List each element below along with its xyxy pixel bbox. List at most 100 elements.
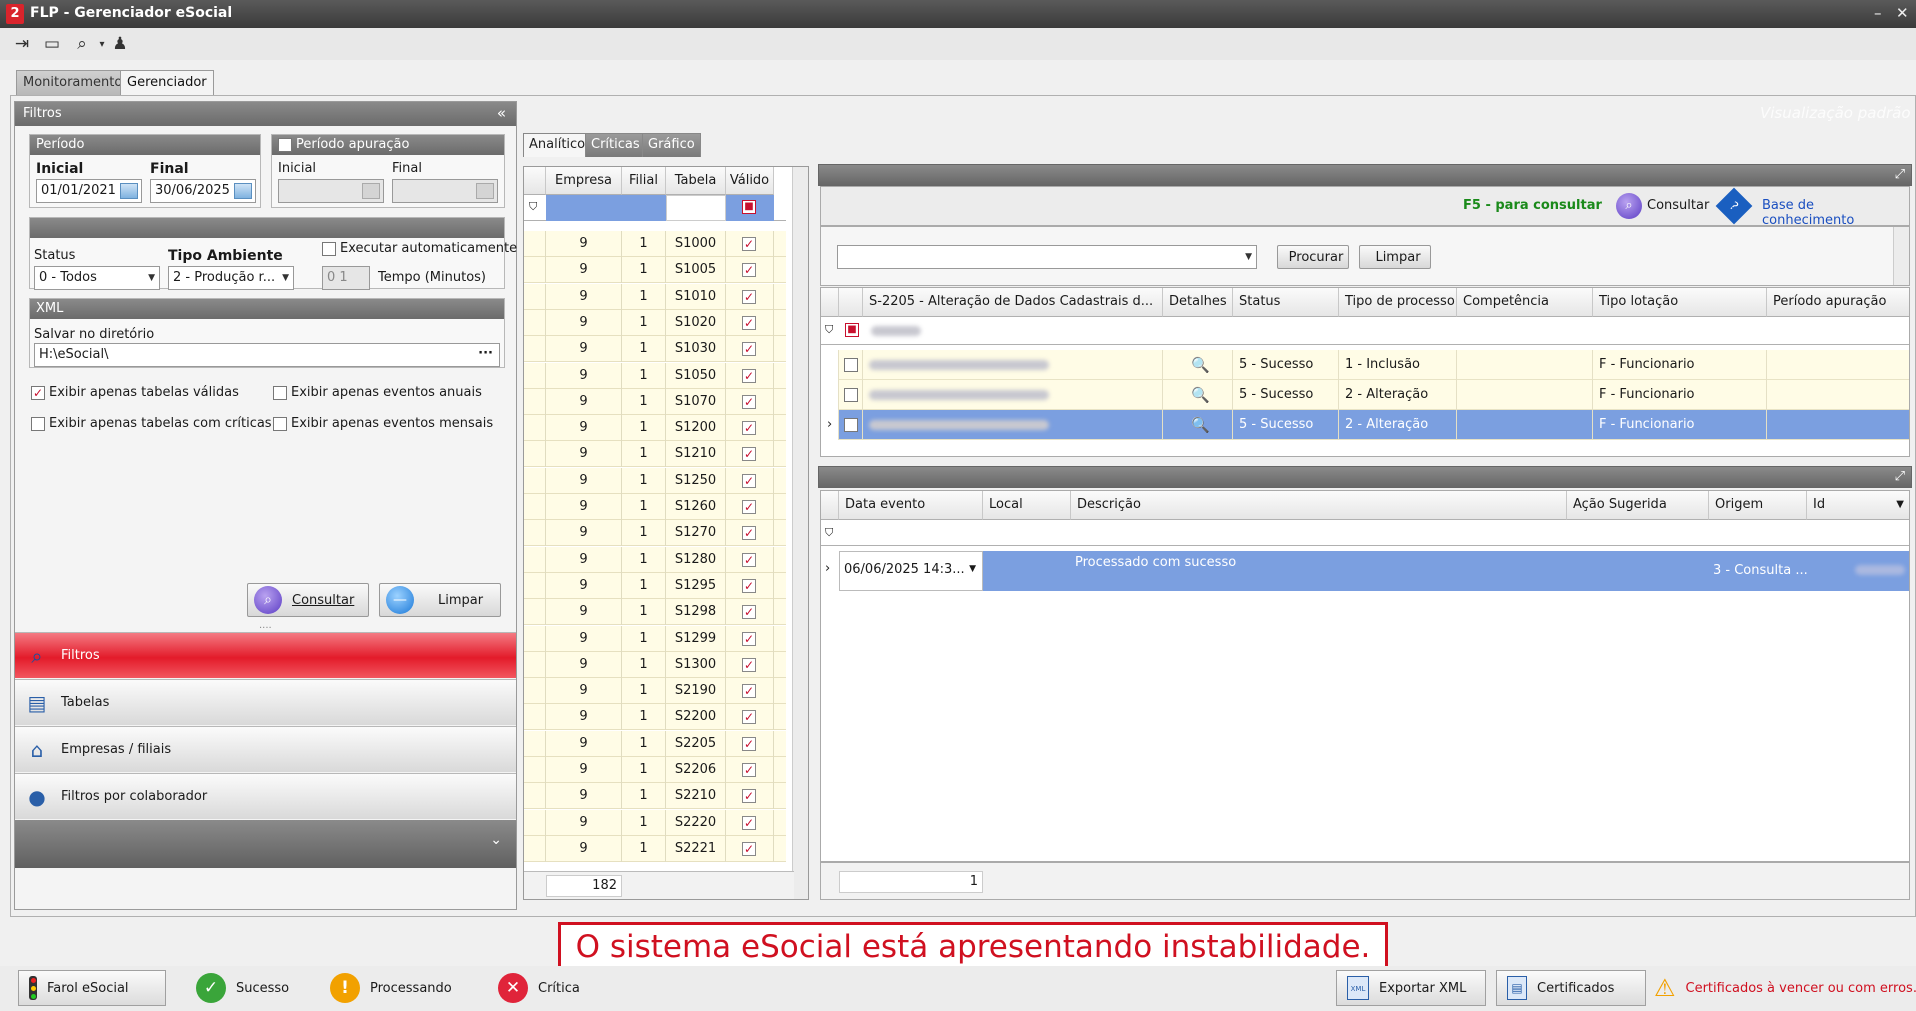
col-evento[interactable]: S-2205 - Alteração de Dados Cadastrais d…	[863, 288, 1163, 317]
valido-checkbox[interactable]: ✓	[742, 710, 756, 725]
option-eventos-mensais-checkbox[interactable]	[273, 417, 287, 431]
table-row[interactable]: 9 1 S1298 ✓	[524, 599, 786, 626]
limpar-button[interactable]: — Limpar	[379, 583, 501, 617]
expand-icon[interactable]: ⤢	[1895, 469, 1905, 484]
col-tabela[interactable]: Tabela	[666, 167, 726, 195]
minimize-button[interactable]: –	[1874, 4, 1882, 22]
table-row[interactable]: 9 1 S1295 ✓	[524, 572, 786, 599]
search-select[interactable]: ▼	[837, 245, 1257, 269]
nav-empresas[interactable]: ⌂ Empresas / filiais	[15, 726, 516, 772]
col-filial[interactable]: Filial	[622, 167, 666, 195]
valido-checkbox[interactable]: ✓	[742, 605, 756, 620]
directory-field[interactable]: H:\eSocial\ ···	[34, 343, 500, 367]
col-origem[interactable]: Origem	[1709, 491, 1807, 520]
user-icon[interactable]: ♟	[108, 32, 132, 56]
col-descricao[interactable]: Descrição	[1071, 491, 1567, 520]
col-empresa[interactable]: Empresa	[546, 167, 622, 195]
exportar-xml-button[interactable]: XML Exportar XML	[1336, 970, 1486, 1006]
details-icon[interactable]: 🔍	[1191, 356, 1210, 374]
valido-checkbox[interactable]: ✓	[742, 289, 756, 304]
certificados-button[interactable]: ▤ Certificados	[1496, 970, 1646, 1006]
col-detalhes[interactable]: Detalhes	[1163, 288, 1233, 317]
table-row[interactable]: 9 1 S1299 ✓	[524, 625, 786, 652]
table-row[interactable]: 9 1 S2200 ✓	[524, 704, 786, 731]
row-checkbox[interactable]	[844, 418, 858, 432]
filter-checkbox-icon[interactable]: ■	[845, 323, 859, 337]
option-eventos-anuais-checkbox[interactable]	[273, 386, 287, 400]
valido-checkbox[interactable]: ✓	[742, 315, 756, 330]
status-select[interactable]: 0 - Todos ▼	[34, 266, 160, 290]
vertical-scrollbar[interactable]	[792, 167, 808, 899]
valido-checkbox[interactable]: ✓	[742, 789, 756, 804]
valido-checkbox[interactable]: ✓	[742, 841, 756, 856]
book-icon[interactable]: ?	[1715, 187, 1753, 225]
valido-checkbox[interactable]: ✓	[742, 394, 756, 409]
col-status[interactable]: Status	[1233, 288, 1339, 317]
details-icon[interactable]: 🔍	[1191, 416, 1210, 434]
table-row[interactable]: 9 1 S2220 ✓	[524, 809, 786, 836]
tab-criticas[interactable]: Críticas	[585, 133, 646, 157]
valido-checkbox[interactable]: ✓	[742, 631, 756, 646]
table-row[interactable]: 9 1 S2221 ✓	[524, 835, 786, 862]
table-row[interactable]: 9 1 S1270 ✓	[524, 520, 786, 547]
table-row[interactable]: 9 1 S2205 ✓	[524, 730, 786, 757]
tab-monitoramento[interactable]: Monitoramento	[16, 70, 130, 95]
nav-filtros[interactable]: ⌕ Filtros	[15, 632, 516, 678]
filter-dropdown-icon[interactable]: ▼	[1896, 491, 1904, 519]
inicial-date-field[interactable]: 01/01/2021	[36, 179, 142, 203]
valido-checkbox[interactable]: ✓	[742, 815, 756, 830]
row-checkbox[interactable]	[844, 388, 858, 402]
detail-data-cell[interactable]: 06/06/2025 14:3... ▼	[839, 551, 983, 591]
nav-filtros-colaborador[interactable]: ● Filtros por colaborador	[15, 773, 516, 819]
close-button[interactable]: ✕	[1896, 4, 1909, 22]
col-id[interactable]: Id ▼	[1807, 491, 1909, 520]
calendar-icon[interactable]	[120, 183, 138, 199]
table-row[interactable]: 9 1 S2210 ✓	[524, 783, 786, 810]
option-tabelas-criticas-checkbox[interactable]	[31, 417, 45, 431]
table-row[interactable]: 9 1 S1020 ✓	[524, 309, 786, 336]
valido-checkbox[interactable]: ✓	[742, 368, 756, 383]
filter-checkbox-icon[interactable]: ■	[742, 200, 756, 214]
exit-icon[interactable]: ⇥	[10, 32, 34, 56]
executar-checkbox[interactable]	[322, 242, 336, 256]
table-row[interactable]: 9 1 S1250 ✓	[524, 467, 786, 494]
table-row[interactable]: 9 1 S1005 ✓	[524, 257, 786, 284]
valido-checkbox[interactable]: ✓	[742, 342, 756, 357]
table-row[interactable]: 9 1 S1070 ✓	[524, 388, 786, 415]
valido-checkbox[interactable]: ✓	[742, 237, 756, 251]
table-row[interactable]: 9 1 S1210 ✓	[524, 441, 786, 468]
detail-row[interactable]: › 06/06/2025 14:3... ▼ Processado com suc…	[821, 551, 1909, 591]
search-scrollbar[interactable]	[1893, 227, 1909, 285]
valido-checkbox[interactable]: ✓	[742, 578, 756, 593]
table-row[interactable]: 9 1 S1010 ✓	[524, 283, 786, 310]
col-local[interactable]: Local	[983, 491, 1071, 520]
col-acao-sugerida[interactable]: Ação Sugerida	[1567, 491, 1709, 520]
periodo-apuracao-checkbox[interactable]	[278, 138, 292, 152]
event-row[interactable]: › 🔍 5 - Sucesso 2 - Alteração F - Funcionari…	[821, 410, 1909, 440]
expand-icon[interactable]: ⤢	[1895, 167, 1905, 182]
filter-cell-valido[interactable]: ■	[726, 195, 774, 221]
browse-button[interactable]: ···	[478, 346, 493, 361]
valido-checkbox[interactable]: ✓	[742, 421, 756, 436]
consultar-link[interactable]: Consultar	[1647, 198, 1709, 213]
table-row[interactable]: 9 1 S1200 ✓	[524, 415, 786, 442]
cert-warning[interactable]: ⚠ Certificados à vencer ou com erros.	[1654, 970, 1916, 1006]
monitor-icon[interactable]: ▭	[40, 32, 64, 56]
calendar-icon[interactable]	[234, 183, 252, 199]
col-competencia[interactable]: Competência	[1457, 288, 1593, 317]
table-row[interactable]: 9 1 S1000 ✓	[524, 231, 786, 257]
col-data-evento[interactable]: Data evento	[839, 491, 983, 520]
option-tabelas-validas-checkbox[interactable]: ✓	[31, 386, 45, 400]
base-conhecimento-link[interactable]: Base de conhecimento	[1762, 198, 1909, 228]
valido-checkbox[interactable]: ✓	[742, 552, 756, 567]
table-row[interactable]: 9 1 S1300 ✓	[524, 651, 786, 678]
col-valido[interactable]: Válido	[726, 167, 774, 195]
col-tipo-processo[interactable]: Tipo de processo	[1339, 288, 1457, 317]
procurar-button[interactable]: Procurar	[1277, 245, 1349, 269]
consultar-button[interactable]: ⌕ Consultar	[247, 583, 369, 617]
table-row[interactable]: 9 1 S1030 ✓	[524, 336, 786, 363]
col-periodo-apuracao[interactable]: Período apuração	[1767, 288, 1909, 317]
details-icon[interactable]: 🔍	[1191, 386, 1210, 404]
valido-checkbox[interactable]: ✓	[742, 684, 756, 699]
collapse-icon[interactable]: «	[497, 104, 506, 122]
